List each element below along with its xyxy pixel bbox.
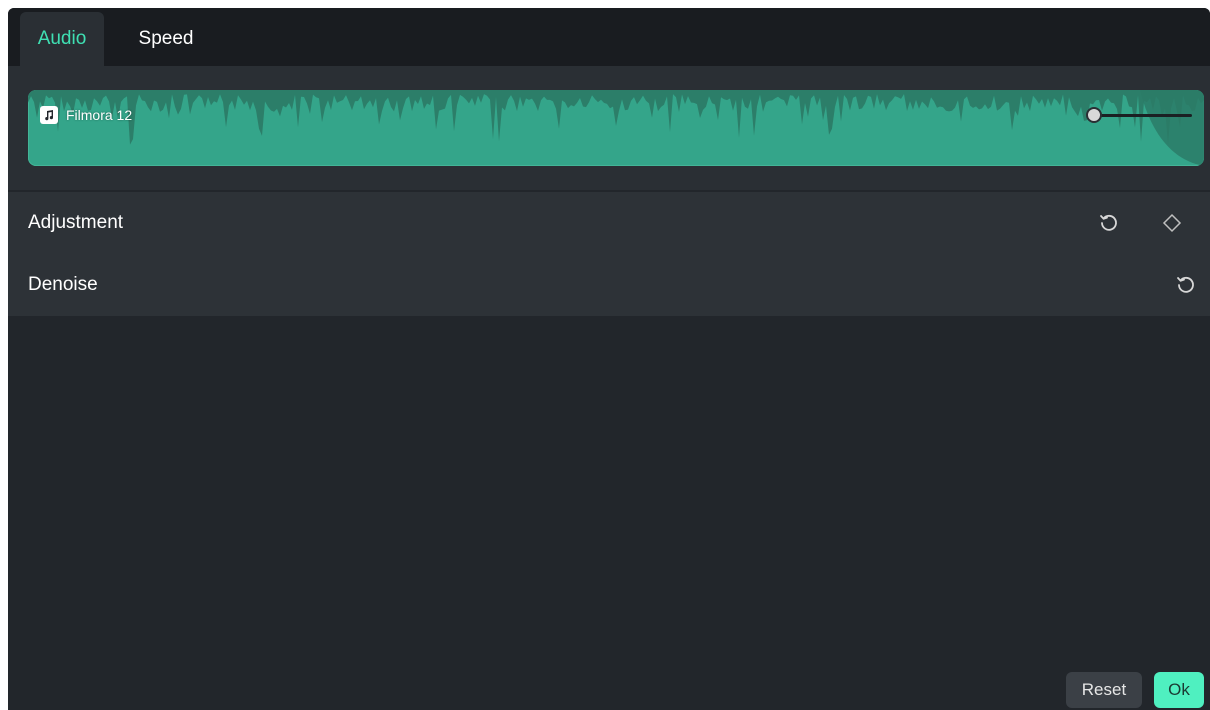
clip-preview-area: Filmora 12: [8, 66, 1210, 190]
volume-handle[interactable]: [1086, 107, 1102, 123]
reset-icon[interactable]: [1096, 210, 1122, 236]
music-note-icon: [40, 106, 58, 124]
audio-waveform: [28, 90, 1204, 145]
fade-out-region[interactable]: [1140, 90, 1204, 166]
clip-name: Filmora 12: [66, 107, 133, 123]
audio-clip[interactable]: Filmora 12: [28, 90, 1204, 166]
waveform-shape: [28, 90, 1204, 145]
volume-line[interactable]: [1100, 114, 1192, 117]
section-denoise[interactable]: Denoise: [8, 254, 1210, 316]
section-adjustment[interactable]: Adjustment: [8, 192, 1210, 254]
tab-audio[interactable]: Audio: [20, 12, 104, 66]
tab-bar: Audio Speed: [8, 8, 1210, 66]
reset-button[interactable]: Reset: [1066, 672, 1142, 708]
ok-button[interactable]: Ok: [1154, 672, 1204, 708]
reset-icon[interactable]: [1173, 272, 1199, 298]
audio-editor-panel: Audio Speed Filmora 12 Adjustment Denois…: [8, 8, 1210, 710]
keyframe-diamond-icon[interactable]: [1159, 210, 1185, 236]
section-label-adjustment: Adjustment: [28, 212, 124, 233]
clip-label: Filmora 12: [40, 106, 132, 124]
section-label-denoise: Denoise: [28, 274, 98, 295]
tab-speed[interactable]: Speed: [120, 12, 212, 66]
